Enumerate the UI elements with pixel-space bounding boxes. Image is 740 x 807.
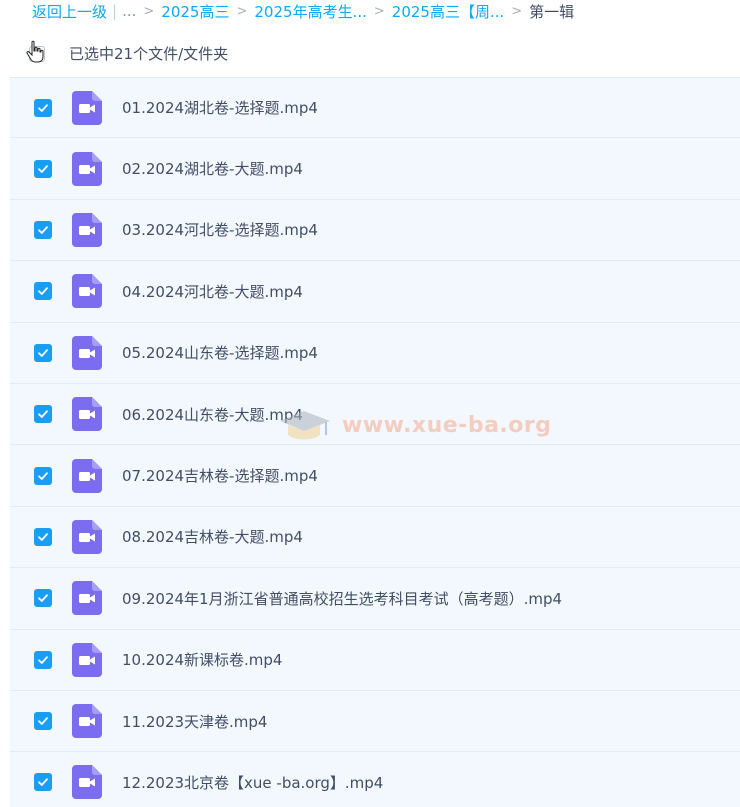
video-file-icon (72, 212, 102, 247)
file-checkbox[interactable] (34, 650, 52, 669)
breadcrumb-ellipsis[interactable]: ... (122, 2, 136, 20)
file-name[interactable]: 06.2024山东卷-大题.mp4 (122, 404, 303, 425)
file-checkbox[interactable] (34, 712, 52, 731)
video-file-icon (72, 335, 102, 370)
breadcrumb-item[interactable]: 2025高三【周... (392, 1, 504, 22)
checkmark-icon (38, 533, 48, 541)
checkmark-icon (38, 287, 48, 296)
checkmark-icon (38, 103, 48, 112)
file-checkbox[interactable] (34, 773, 52, 792)
video-file-icon (72, 519, 102, 554)
file-checkbox[interactable] (34, 466, 52, 485)
video-file-icon (72, 458, 102, 493)
checkmark-icon (38, 778, 48, 787)
file-name[interactable]: 10.2024新课标卷.mp4 (122, 649, 282, 670)
video-file-icon (72, 581, 102, 616)
hand-cursor-icon (26, 40, 44, 63)
file-row[interactable]: 02.2024湖北卷-大题.mp4 (10, 138, 740, 200)
breadcrumb-current: 第一辑 (529, 2, 575, 21)
selection-count-label: 已选中21个文件/文件夹 (69, 45, 229, 63)
checkmark-icon (38, 410, 48, 419)
file-row[interactable]: 05.2024山东卷-选择题.mp4 (10, 322, 740, 384)
back-link[interactable]: 返回上一级 (32, 1, 107, 22)
chevron-right-icon: > (373, 3, 385, 19)
file-row[interactable]: 04.2024河北卷-大题.mp4 (10, 261, 740, 323)
file-row[interactable]: 10.2024新课标卷.mp4 (10, 629, 740, 691)
file-checkbox[interactable] (34, 220, 52, 239)
file-checkbox[interactable] (34, 589, 52, 608)
selection-bar: 已选中21个文件/文件夹 (10, 30, 740, 77)
breadcrumb-item[interactable]: 2025年高考生... (254, 1, 366, 22)
file-name[interactable]: 12.2023北京卷【xue -ba.org】.mp4 (122, 772, 383, 793)
file-row[interactable]: 09.2024年1月浙江省普通高校招生选考科目考试（高考题）.mp4 (10, 568, 740, 630)
checkmark-icon (38, 594, 48, 603)
file-name[interactable]: 04.2024河北卷-大题.mp4 (122, 281, 303, 302)
file-name[interactable]: 01.2024湖北卷-选择题.mp4 (122, 97, 318, 118)
file-row[interactable]: 08.2024吉林卷-大题.mp4 (10, 506, 740, 569)
video-file-icon (72, 704, 102, 739)
file-name[interactable]: 03.2024河北卷-选择题.mp4 (122, 219, 318, 240)
checkmark-icon (38, 471, 48, 480)
video-file-icon (72, 642, 102, 677)
checkmark-icon (38, 164, 48, 173)
checkmark-icon (38, 349, 48, 357)
file-row[interactable]: 03.2024河北卷-选择题.mp4 (10, 199, 740, 262)
file-checkbox[interactable] (34, 527, 52, 546)
video-file-icon (72, 151, 102, 186)
checkmark-icon (38, 717, 48, 725)
breadcrumb: 返回上一级 | ... > 2025高三 > 2025年高考生... > 202… (32, 0, 574, 22)
file-checkbox[interactable] (34, 343, 52, 362)
checkmark-icon (38, 656, 48, 664)
breadcrumb-item[interactable]: 2025高三 (161, 1, 229, 22)
breadcrumb-divider: | (112, 2, 118, 20)
file-name[interactable]: 09.2024年1月浙江省普通高校招生选考科目考试（高考题）.mp4 (122, 588, 562, 609)
file-list: 01.2024湖北卷-选择题.mp4 02.2024湖北卷-大题.mp4 03.… (10, 77, 740, 807)
chevron-right-icon: > (511, 3, 523, 19)
file-checkbox[interactable] (34, 159, 52, 178)
file-name[interactable]: 02.2024湖北卷-大题.mp4 (122, 158, 303, 179)
file-row[interactable]: 12.2023北京卷【xue -ba.org】.mp4 (10, 752, 740, 807)
file-checkbox[interactable] (34, 405, 52, 424)
file-row[interactable]: 06.2024山东卷-大题.mp4 (10, 383, 740, 446)
file-name[interactable]: 05.2024山东卷-选择题.mp4 (122, 342, 318, 363)
video-file-icon (72, 397, 102, 432)
video-file-icon (72, 765, 102, 800)
file-name[interactable]: 11.2023天津卷.mp4 (122, 711, 267, 732)
file-name[interactable]: 08.2024吉林卷-大题.mp4 (122, 526, 303, 547)
file-checkbox[interactable] (34, 282, 52, 301)
file-row[interactable]: 11.2023天津卷.mp4 (10, 690, 740, 753)
video-file-icon (72, 90, 102, 125)
file-checkbox[interactable] (34, 98, 52, 117)
checkmark-icon (38, 226, 48, 234)
video-file-icon (72, 274, 102, 309)
file-name[interactable]: 07.2024吉林卷-选择题.mp4 (122, 465, 318, 486)
file-row[interactable]: 07.2024吉林卷-选择题.mp4 (10, 445, 740, 507)
chevron-right-icon: > (236, 3, 248, 19)
chevron-right-icon: > (143, 3, 155, 19)
file-row[interactable]: 01.2024湖北卷-选择题.mp4 (10, 77, 740, 139)
